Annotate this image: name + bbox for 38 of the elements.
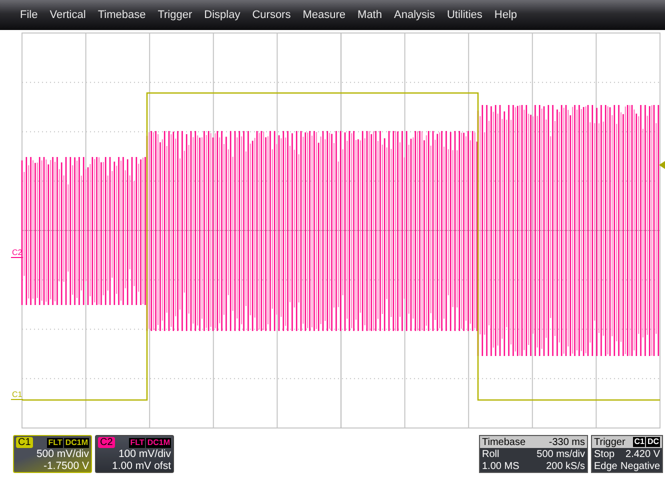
channel-badge: DC1M	[146, 438, 171, 448]
timebase-value: -330 ms	[548, 436, 585, 448]
trigger-coupling: DC	[646, 437, 660, 447]
menu-item[interactable]: Display	[198, 9, 246, 21]
menu-item[interactable]: Measure	[296, 9, 352, 21]
timebase-value: 500 ms/div	[536, 448, 585, 460]
channel-scale: 500 mV/div	[35, 448, 89, 460]
trigger-source: C1	[633, 437, 646, 447]
menu-item[interactable]: Utilities	[440, 9, 488, 21]
channel-scale: 100 mV/div	[117, 448, 171, 460]
channel-badge: FLT	[129, 438, 146, 448]
channel-badge: DC1M	[64, 438, 89, 448]
timebase-panel[interactable]: Timebase -330 ms Roll 500 ms/div 1.00 MS 200 kS/s	[479, 435, 588, 473]
menu-item[interactable]: Math	[352, 9, 388, 21]
menu-item[interactable]: Trigger	[152, 9, 198, 21]
channel-offset: 1.00 mV ofst	[111, 460, 171, 472]
menu-item[interactable]: Cursors	[246, 9, 297, 21]
timebase-label: 1.00 MS	[482, 460, 520, 472]
timebase-value: 200 kS/s	[546, 460, 585, 472]
trigger-value: Negative	[620, 460, 660, 472]
menu-item[interactable]: Vertical	[44, 9, 92, 21]
menu-item[interactable]: Help	[488, 9, 524, 21]
menu-item[interactable]: Timebase	[92, 9, 152, 21]
trigger-label: Edge	[594, 460, 618, 472]
timebase-label: Roll	[482, 448, 500, 460]
menu-item[interactable]: Analysis	[388, 9, 441, 21]
menu-item[interactable]: File	[14, 9, 44, 21]
channel-offset: -1.7500 V	[42, 460, 89, 472]
channel-panel[interactable]: C1 FLT DC1M 500 mV/div -1.7500 V	[13, 435, 92, 473]
trigger-panel[interactable]: Trigger C1 DC Stop 2.420 V Edge Negative	[591, 435, 663, 473]
channel-panel[interactable]: C2 FLT DC1M 100 mV/div 1.00 mV ofst	[95, 435, 174, 473]
channel-label: C1	[16, 437, 33, 448]
timebase-title: Timebase	[482, 436, 526, 448]
trigger-value: 2.420 V	[626, 448, 660, 460]
channel-label: C2	[98, 437, 115, 448]
trigger-title: Trigger	[594, 436, 626, 448]
trigger-label: Stop	[594, 448, 615, 460]
channel-badge: FLT	[47, 438, 64, 448]
